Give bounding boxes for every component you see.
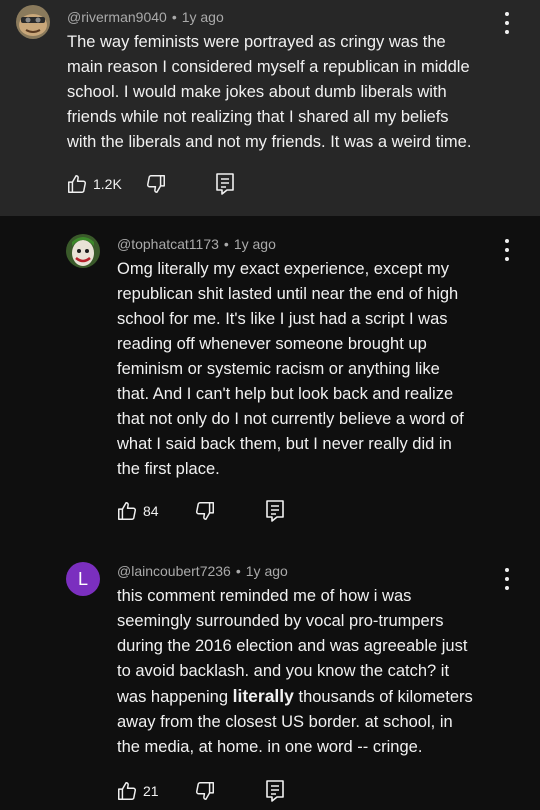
reply-button[interactable] — [264, 778, 286, 804]
comment-text-fragment: thousands of kilometers — [298, 688, 473, 706]
comment-line: what I said back them, but I never reall… — [117, 435, 452, 453]
thumbs-down-icon — [147, 175, 165, 193]
comment-line: was happening literally thousands of kil… — [117, 684, 517, 710]
comment-text-fragment: was happening — [117, 688, 233, 706]
avatar[interactable] — [16, 5, 50, 39]
comment-line: The way feminists were portrayed as crin… — [67, 33, 446, 51]
comment-bold-word: literally — [232, 686, 294, 706]
comment-text: The way feminists were portrayed as crin… — [67, 30, 527, 155]
reply-icon — [266, 780, 284, 802]
comment-author[interactable]: @laincoubert7236 — [117, 563, 231, 579]
avatar-letter: L — [77, 568, 88, 589]
like-button[interactable]: 1.2K — [66, 171, 122, 197]
comment-line: friends while not realizing that I share… — [67, 108, 449, 126]
reply-button[interactable] — [264, 498, 286, 524]
comment-age: 1y ago — [181, 9, 224, 25]
comment-author[interactable]: @riverman9040 — [67, 9, 167, 25]
reply-icon — [266, 500, 284, 522]
comment-laincoubert7236: L @laincoubert7236 • 1y ago this comment r… — [0, 546, 540, 810]
separator-dot: • — [235, 563, 241, 579]
avatar[interactable] — [66, 234, 100, 268]
like-button[interactable]: 84 — [116, 498, 159, 524]
reply-icon — [216, 173, 234, 195]
like-count: 84 — [143, 503, 159, 519]
comment-line: the media, at home. in one word -- cring… — [117, 738, 423, 756]
separator-dot: • — [171, 9, 177, 25]
thumbs-down-icon — [196, 502, 214, 520]
comment-line: to avoid backlash. and you know the catc… — [117, 662, 450, 680]
comment-meta: @laincoubert7236 • 1y ago — [117, 563, 288, 579]
dislike-button[interactable] — [194, 498, 216, 524]
comment-meta: @riverman9040 • 1y ago — [67, 9, 224, 25]
avatar[interactable]: L — [66, 562, 100, 596]
comment-line: that not only do I not currently believe… — [117, 410, 464, 428]
comment-line: school. I would make jokes about dumb li… — [67, 83, 447, 101]
separator-dot: • — [223, 236, 229, 252]
comment-author[interactable]: @tophatcat1173 — [117, 236, 219, 252]
comment-actions: 1.2K — [66, 171, 246, 197]
thumbs-down-icon — [196, 782, 214, 800]
comment-line: this comment reminded me of how i was — [117, 587, 412, 605]
comment-line: feminism or systemic racism or anything … — [117, 360, 440, 378]
comment-line: Omg literally my exact experience, excep… — [117, 260, 449, 278]
comment-line: the first place. — [117, 460, 220, 478]
dislike-button[interactable] — [194, 778, 216, 804]
comment-actions: 21 — [116, 778, 296, 804]
comment-line: school for me. It's like I just had a sc… — [117, 310, 448, 328]
thumbs-up-icon — [68, 175, 86, 193]
comment-line: reading off whenever someone brought up — [117, 335, 427, 353]
like-count: 21 — [143, 783, 159, 799]
comment-line: republican shit lasted until near the en… — [117, 285, 459, 303]
dislike-button[interactable] — [145, 171, 167, 197]
comment-age: 1y ago — [233, 236, 276, 252]
comment-age: 1y ago — [245, 563, 288, 579]
comment-line: seemingly surrounded by vocal pro-trumpe… — [117, 612, 444, 630]
comment-tophatcat1173: @tophatcat1173 • 1y ago Omg literally my e… — [0, 216, 540, 546]
more-vertical-icon[interactable] — [501, 239, 513, 261]
more-vertical-icon[interactable] — [501, 568, 513, 590]
comment-riverman9040: @riverman9040 • 1y ago The way feminists w… — [0, 0, 540, 216]
comment-line: with the liberals and not my friends. It… — [67, 133, 472, 151]
comment-text: this comment reminded me of how i was se… — [117, 584, 517, 760]
comment-text: Omg literally my exact experience, excep… — [117, 257, 517, 482]
comment-line: that. And I can't help but look back and… — [117, 385, 454, 403]
comment-line: main reason I considered myself a republ… — [67, 58, 470, 76]
comment-line: during the 2016 election and was agreeab… — [117, 637, 468, 655]
comment-meta: @tophatcat1173 • 1y ago — [117, 236, 276, 252]
comment-line: away from the closest US border. at scho… — [117, 713, 453, 731]
reply-button[interactable] — [214, 171, 236, 197]
like-count: 1.2K — [93, 176, 122, 192]
comment-actions: 84 — [116, 498, 296, 524]
like-button[interactable]: 21 — [116, 778, 159, 804]
thumbs-up-icon — [118, 502, 136, 520]
thumbs-up-icon — [118, 782, 136, 800]
more-vertical-icon[interactable] — [501, 12, 513, 34]
